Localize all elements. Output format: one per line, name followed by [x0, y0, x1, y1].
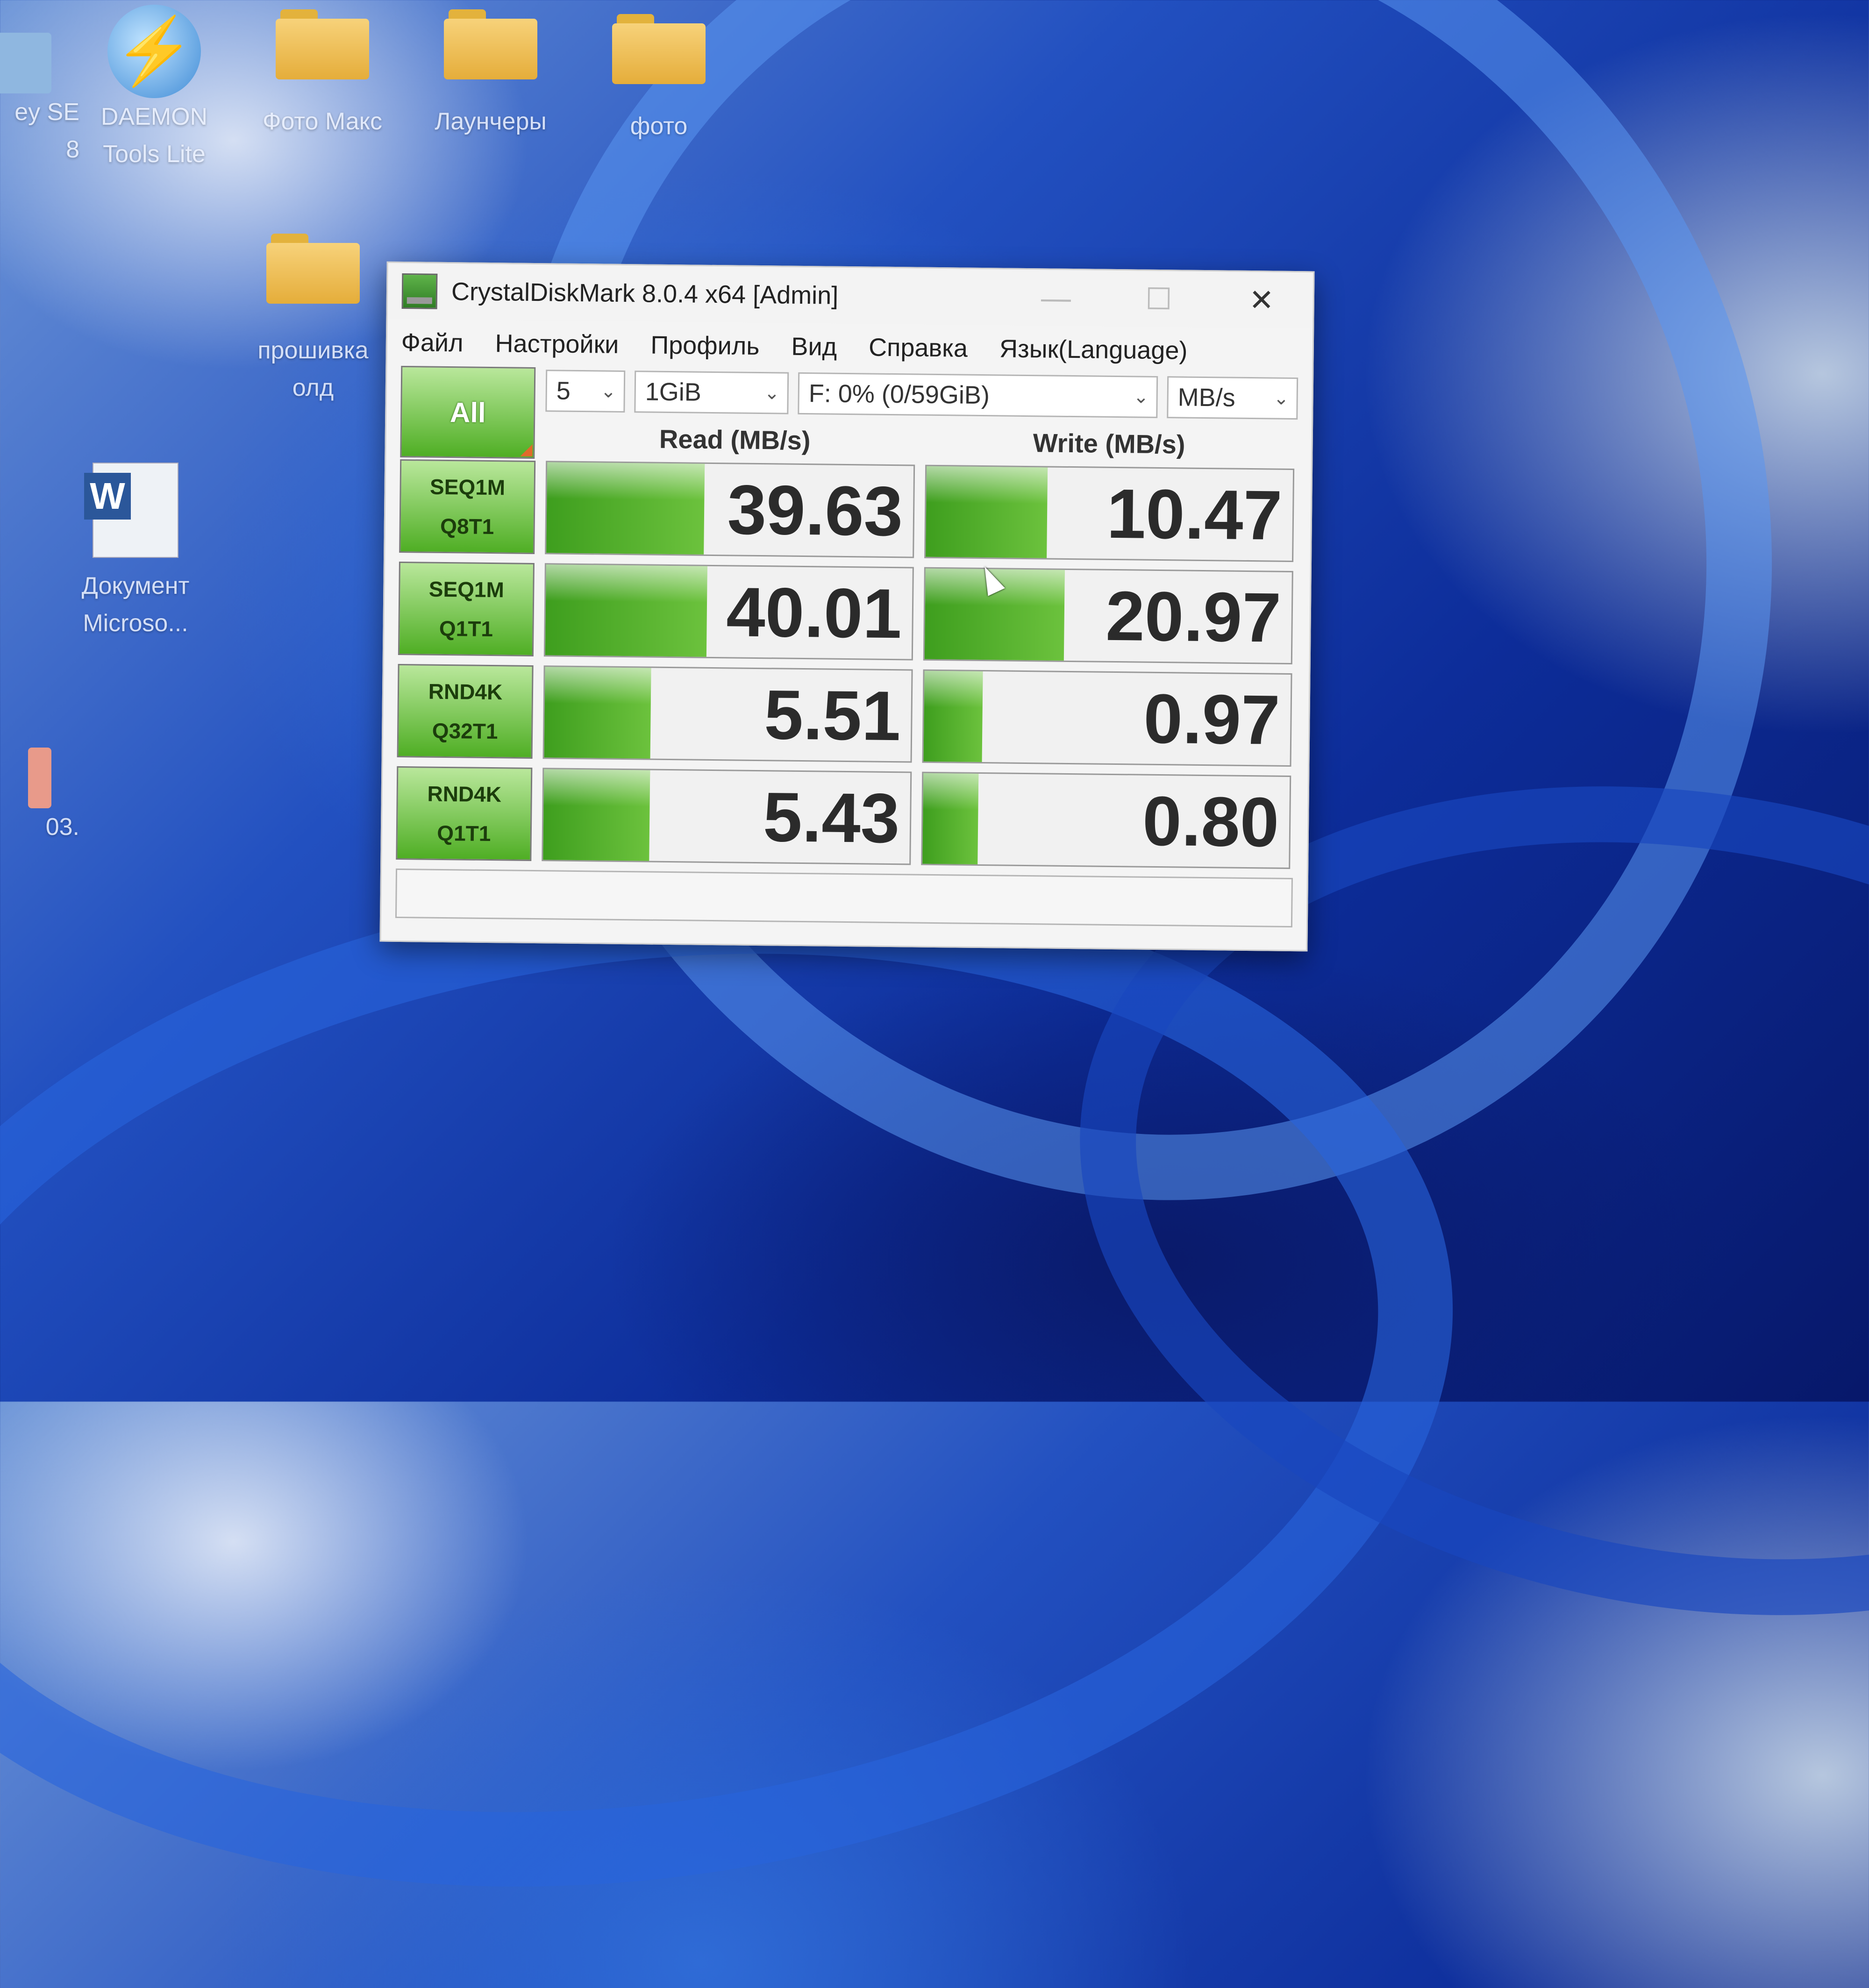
all-button[interactable]: All [400, 365, 536, 459]
read-bar [544, 667, 651, 759]
write-result: 10.47 [924, 464, 1295, 562]
desktop-icon-daemon-tools[interactable]: ⚡ DAEMON Tools Lite [79, 5, 229, 173]
read-result: 40.01 [543, 563, 914, 661]
read-value: 40.01 [726, 572, 902, 653]
menu-language[interactable]: Язык(Language) [999, 334, 1188, 365]
test-name: SEQ1M [429, 474, 506, 500]
title-bar[interactable]: CrystalDiskMark 8.0.4 x64 [Admin] — ☐ ✕ [387, 263, 1313, 329]
desktop-icon-label: DAEMON Tools Lite [100, 103, 208, 168]
drive-value: F: 0% (0/59GiB) [808, 379, 990, 410]
write-result: 0.97 [922, 669, 1292, 767]
read-bar [545, 564, 707, 657]
write-result: 0.80 [921, 771, 1291, 869]
close-button[interactable]: ✕ [1210, 271, 1313, 328]
desktop-icon-label: ey SE 8 [14, 99, 79, 163]
read-result: 5.43 [542, 768, 912, 865]
test-count-value: 5 [556, 377, 571, 405]
desktop-icon-foto[interactable]: фото [584, 14, 734, 145]
desktop-icon-label: Документ Microso... [81, 572, 190, 637]
chevron-down-icon: ⌄ [1273, 388, 1289, 409]
folder-icon [266, 234, 360, 304]
desktop-icon-label: фото [630, 113, 688, 140]
desktop-icon-label: 03. [45, 813, 79, 841]
chevron-down-icon: ⌄ [600, 381, 617, 402]
desktop-icon-proshivka[interactable]: прошивка олд [238, 234, 388, 406]
folder-icon [444, 9, 537, 79]
benchmark-results: SEQ1M Q8T1 39.63 10.47 SEQ1M Q1T1 40.01 … [396, 459, 1297, 871]
desktop-icon-launchery[interactable]: Лаунчеры [416, 9, 565, 140]
crystaldiskmark-app-icon [401, 273, 438, 309]
menu-profile[interactable]: Профиль [650, 331, 760, 361]
test-params: Q1T1 [437, 820, 491, 846]
desktop-icon-label: Фото Макс [262, 108, 383, 135]
read-bar [543, 769, 650, 861]
menu-view[interactable]: Вид [791, 332, 837, 362]
read-result: 5.51 [542, 665, 913, 763]
test-name: RND4K [427, 781, 502, 807]
write-header: Write (MB/s) [1033, 428, 1185, 459]
test-name: RND4K [428, 679, 503, 705]
app-icon [0, 23, 51, 93]
read-value: 5.43 [763, 777, 900, 857]
benchmark-row: RND4K Q1T1 5.43 0.80 [396, 766, 1294, 871]
benchmark-row: RND4K Q32T1 5.51 0.97 [397, 663, 1295, 769]
test-size-select[interactable]: 1GiB ⌄ [634, 371, 789, 414]
desktop-icon-label: Лаунчеры [435, 108, 547, 135]
test-button-rnd4k-q32t1[interactable]: RND4K Q32T1 [397, 663, 534, 759]
unit-value: MB/s [1177, 383, 1236, 412]
desktop-icon-label: прошивка олд [257, 337, 369, 401]
test-params: Q32T1 [432, 718, 498, 744]
write-value: 20.97 [1105, 576, 1282, 657]
chevron-down-icon: ⌄ [1133, 386, 1149, 407]
write-bar [923, 670, 983, 762]
test-button-seq1m-q8t1[interactable]: SEQ1M Q8T1 [399, 459, 536, 554]
minimize-button[interactable]: — [1004, 269, 1107, 326]
crystaldiskmark-window: CrystalDiskMark 8.0.4 x64 [Admin] — ☐ ✕ … [379, 261, 1315, 952]
benchmark-row: SEQ1M Q1T1 40.01 20.97 [398, 561, 1296, 667]
desktop-icon-file-03[interactable]: 03. [0, 738, 79, 846]
desktop-icon-ey-se[interactable]: ey SE 8 [0, 23, 79, 168]
desktop-icon-foto-maks[interactable]: Фото Макс [248, 9, 397, 140]
daemon-tools-icon: ⚡ [107, 5, 201, 98]
read-value: 5.51 [763, 675, 901, 755]
wallpaper-swirl [0, 778, 1519, 1988]
drive-select[interactable]: F: 0% (0/59GiB) ⌄ [798, 372, 1158, 418]
window-title: CrystalDiskMark 8.0.4 x64 [Admin] [451, 278, 839, 310]
write-result: 20.97 [923, 567, 1293, 664]
write-bar [922, 773, 978, 864]
test-button-rnd4k-q1t1[interactable]: RND4K Q1T1 [396, 766, 533, 861]
write-value: 10.47 [1106, 474, 1283, 555]
chevron-down-icon: ⌄ [764, 383, 780, 404]
unit-select[interactable]: MB/s ⌄ [1167, 376, 1298, 420]
test-size-value: 1GiB [645, 378, 702, 406]
menu-help[interactable]: Справка [869, 333, 968, 363]
desktop-icon-word-document[interactable]: W Документ Microso... [61, 463, 210, 642]
word-document-icon: W [84, 463, 178, 558]
write-value: 0.80 [1142, 781, 1280, 862]
menu-settings[interactable]: Настройки [495, 329, 619, 359]
folder-icon [276, 9, 369, 79]
write-bar [926, 466, 1048, 558]
read-result: 39.63 [545, 461, 915, 558]
read-header: Read (MB/s) [659, 424, 811, 455]
benchmark-row: SEQ1M Q8T1 39.63 10.47 [399, 459, 1297, 564]
maximize-button[interactable]: ☐ [1107, 271, 1210, 328]
menu-file[interactable]: Файл [401, 328, 464, 357]
test-params: Q1T1 [439, 616, 493, 641]
test-name: SEQ1M [428, 577, 505, 602]
read-bar [546, 462, 705, 555]
status-bar [395, 868, 1293, 928]
file-icon [0, 738, 51, 808]
write-value: 0.97 [1143, 679, 1281, 759]
folder-icon [612, 14, 706, 84]
test-button-seq1m-q1t1[interactable]: SEQ1M Q1T1 [398, 561, 535, 656]
test-params: Q8T1 [440, 513, 494, 539]
test-count-select[interactable]: 5 ⌄ [545, 370, 626, 413]
read-value: 39.63 [727, 470, 904, 550]
